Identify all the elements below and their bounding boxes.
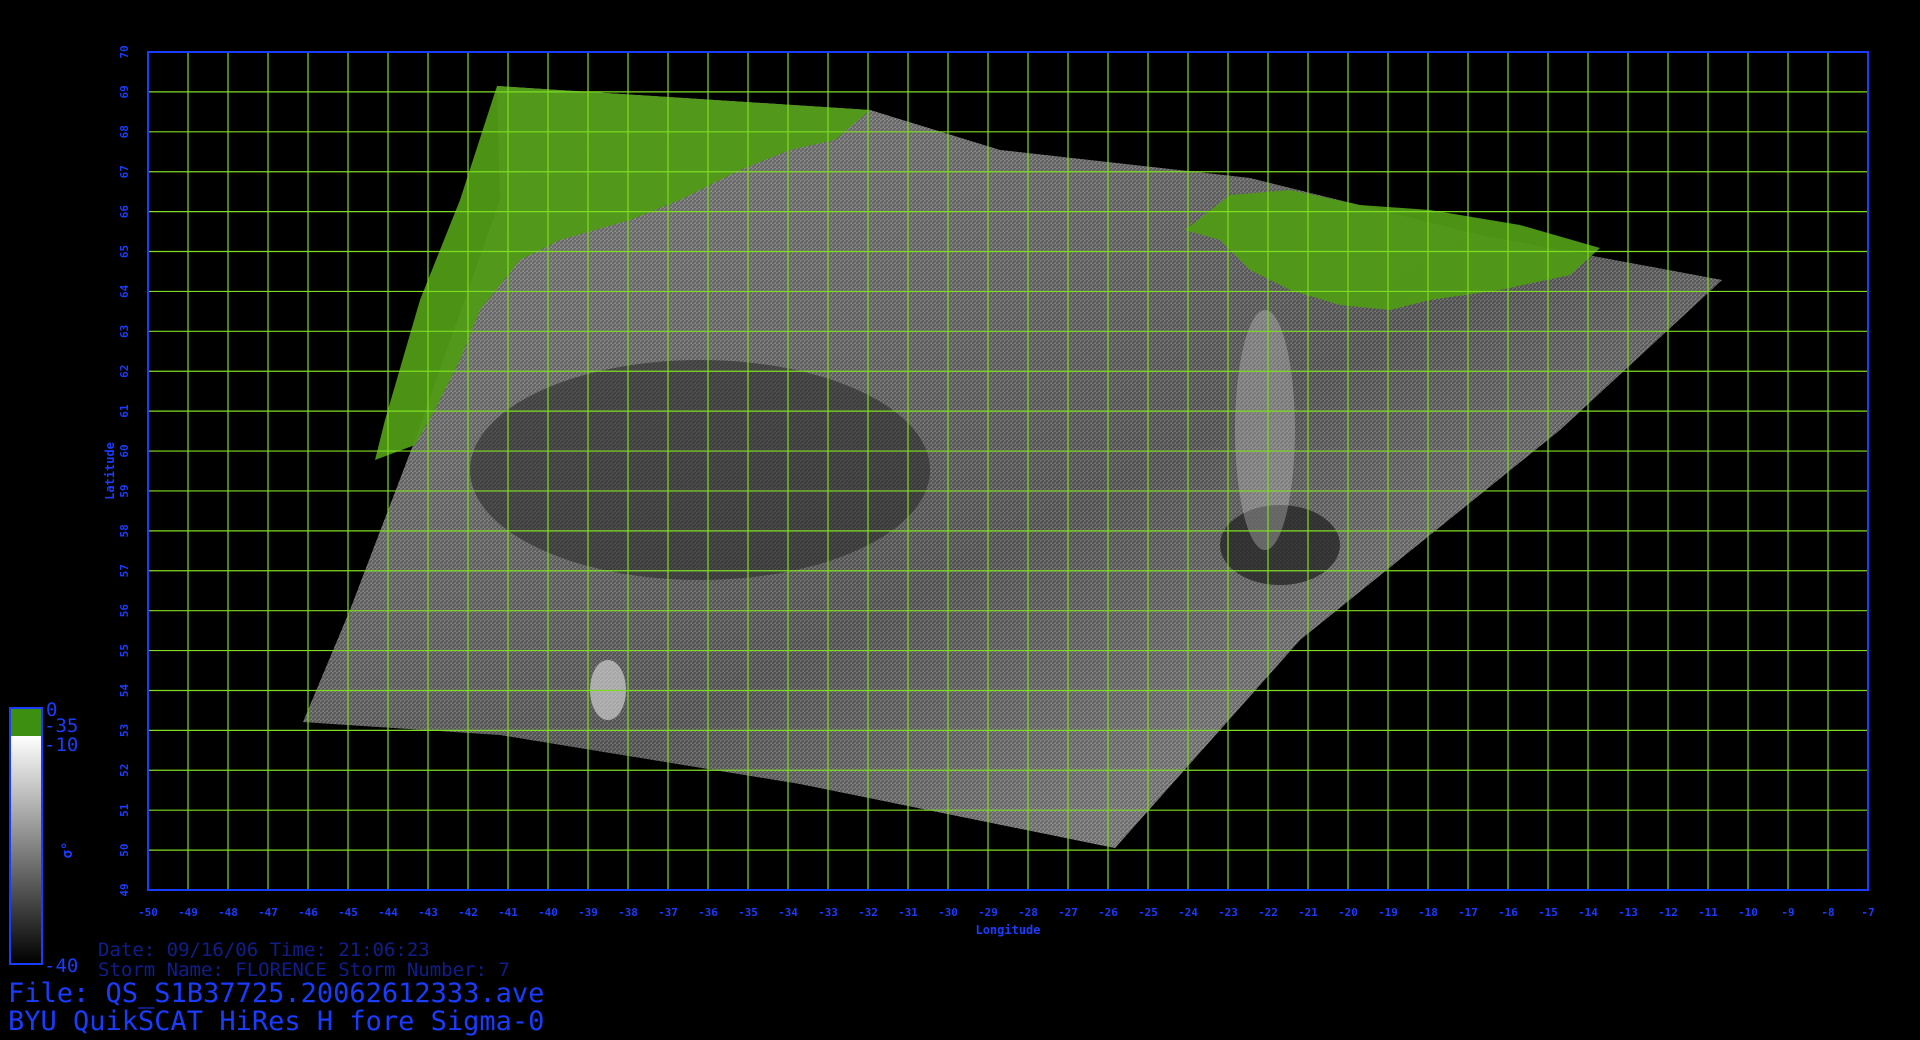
lon-tick-label: -49 [178, 906, 198, 919]
lat-tick-label: 49 [118, 883, 131, 896]
lon-tick-label: -28 [1018, 906, 1038, 919]
y-axis-label: Latitude [103, 442, 117, 500]
lon-tick-label: -46 [298, 906, 318, 919]
lon-tick-label: -42 [458, 906, 478, 919]
lon-tick-label: -17 [1458, 906, 1478, 919]
lat-tick-label: 68 [118, 125, 131, 138]
lon-tick-label: -26 [1098, 906, 1118, 919]
lat-tick-label: 67 [118, 165, 131, 178]
lon-tick-label: -27 [1058, 906, 1078, 919]
colorbar-gray-ramp [10, 736, 42, 964]
footer-file-line: File: QS_S1B37725.20062612333.ave [8, 978, 544, 1009]
lon-tick-label: -36 [698, 906, 718, 919]
lat-tick-label: 59 [118, 484, 131, 497]
colorbar-label-bottom: -40 [44, 955, 78, 977]
lon-tick-label: -39 [578, 906, 598, 919]
screenshot-root: -50 -49 -48 -47 -46 -45 -44 -43 -42 -41 -40 -39 -38 -… [0, 0, 1920, 1040]
colorbar-label-gray-top: -10 [44, 734, 78, 756]
lon-tick-label: -37 [658, 906, 678, 919]
lon-tick-label: -15 [1538, 906, 1558, 919]
colorbar: 0 -35 -10 -40 σ° [9, 699, 78, 977]
lon-tick-label: -8 [1821, 906, 1834, 919]
lat-tick-label: 57 [118, 564, 131, 577]
lon-tick-label: -35 [738, 906, 758, 919]
lat-tick-label: 50 [118, 843, 131, 856]
footer-date-line: Date: 09/16/06 Time: 21:06:23 [98, 939, 430, 961]
lat-tick-label: 62 [118, 365, 131, 378]
lon-tick-label: -32 [858, 906, 878, 919]
lon-tick-label: -24 [1178, 906, 1198, 919]
lat-tick-label: 64 [118, 284, 131, 298]
lon-tick-label: -30 [938, 906, 958, 919]
lat-tick-label: 69 [118, 85, 131, 98]
latitude-tick-labels: 49 50 51 52 53 54 55 56 57 58 59 60 61 62 63 64 65 66 67 68… [118, 45, 131, 896]
lat-tick-label: 51 [118, 803, 131, 817]
lon-tick-label: -48 [218, 906, 238, 919]
lon-tick-label: -29 [978, 906, 998, 919]
lon-tick-label: -25 [1138, 906, 1158, 919]
lon-tick-label: -40 [538, 906, 558, 919]
lat-tick-label: 61 [118, 404, 131, 418]
lon-tick-label: -13 [1618, 906, 1638, 919]
lat-tick-label: 52 [118, 764, 131, 777]
lat-tick-label: 53 [118, 724, 131, 737]
sigma0-map-figure: -50 -49 -48 -47 -46 -45 -44 -43 -42 -41 -40 -39 -38 -… [8, 45, 1875, 1037]
lon-tick-label: -43 [418, 906, 438, 919]
lon-tick-label: -14 [1578, 906, 1598, 919]
lon-tick-label: -11 [1698, 906, 1718, 919]
colorbar-green-segment [10, 708, 42, 736]
lat-tick-label: 66 [118, 205, 131, 219]
colorbar-symbol: σ° [60, 842, 76, 859]
lon-tick-label: -31 [898, 906, 918, 919]
lon-tick-label: -21 [1298, 906, 1318, 919]
lon-tick-label: -18 [1418, 906, 1438, 919]
storm-bright-streak [1235, 310, 1295, 550]
lon-tick-label: -12 [1658, 906, 1678, 919]
lat-tick-label: 65 [118, 245, 131, 258]
lat-tick-label: 54 [118, 683, 131, 697]
lat-tick-label: 60 [118, 444, 131, 457]
lon-tick-label: -33 [818, 906, 838, 919]
lon-tick-label: -7 [1861, 906, 1874, 919]
lon-tick-label: -50 [138, 906, 158, 919]
lon-tick-label: -34 [778, 906, 798, 919]
lat-tick-label: 63 [118, 325, 131, 338]
lon-tick-label: -44 [378, 906, 398, 919]
lon-tick-label: -19 [1378, 906, 1398, 919]
storm-dark-region [470, 360, 930, 580]
footer-title-line: BYU QuikSCAT HiRes H fore Sigma-0 [8, 1006, 544, 1037]
lon-tick-label: -38 [618, 906, 638, 919]
longitude-tick-labels: -50 -49 -48 -47 -46 -45 -44 -43 -42 -41 -40 -39 -38 -… [138, 906, 1875, 919]
lon-tick-label: -23 [1218, 906, 1238, 919]
lat-tick-label: 56 [118, 604, 131, 618]
lon-tick-label: -41 [498, 906, 518, 919]
lon-tick-label: -45 [338, 906, 358, 919]
lat-tick-label: 70 [118, 45, 131, 58]
x-axis-label: Longitude [975, 923, 1040, 937]
lat-tick-label: 58 [118, 524, 131, 537]
lon-tick-label: -9 [1781, 906, 1794, 919]
lon-tick-label: -20 [1338, 906, 1358, 919]
lon-tick-label: -10 [1738, 906, 1758, 919]
lon-tick-label: -16 [1498, 906, 1518, 919]
lon-tick-label: -22 [1258, 906, 1278, 919]
scatterometer-swath [303, 86, 1722, 848]
lon-tick-label: -47 [258, 906, 278, 919]
lat-tick-label: 55 [118, 644, 131, 657]
